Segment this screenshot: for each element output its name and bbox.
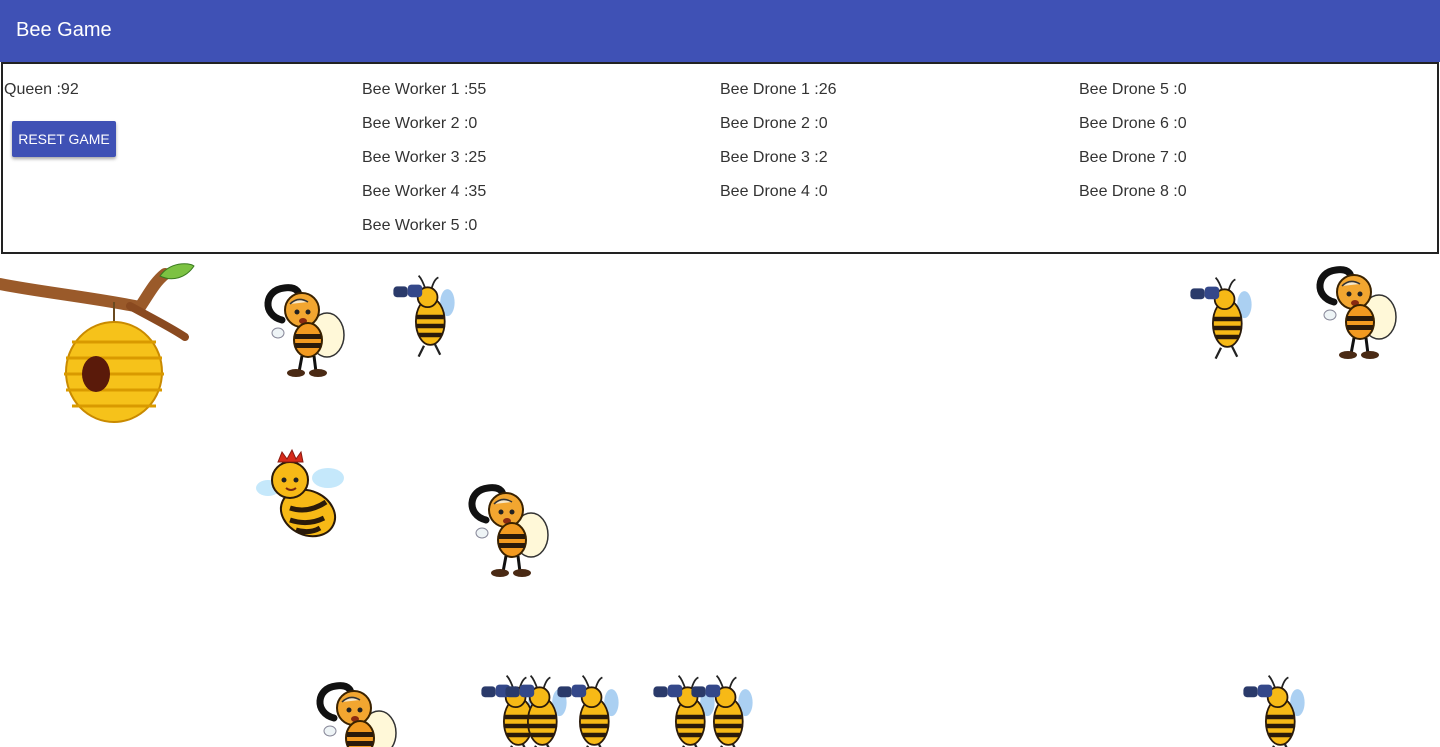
- drone-hp: Bee Drone 5 :0: [1079, 81, 1187, 98]
- drone-hp: Bee Drone 2 :0: [720, 115, 828, 132]
- drone-bee-binoculars-icon: [686, 672, 758, 747]
- queen-hp: Queen :92: [4, 81, 79, 98]
- worker-hp: Bee Worker 5 :0: [362, 217, 478, 234]
- reset-game-button[interactable]: RESET GAME: [12, 121, 116, 157]
- worker-bee-icon: [252, 280, 352, 380]
- drone-bee-binoculars-icon: [1185, 274, 1257, 364]
- worker-bee-icon: [1304, 262, 1404, 362]
- beehive-branch-icon: [0, 263, 195, 423]
- drone-hp: Bee Drone 1 :26: [720, 81, 837, 98]
- worker-bee-icon: [456, 480, 556, 580]
- worker-hp: Bee Worker 3 :25: [362, 149, 487, 166]
- bee-status-panel: Queen :92 RESET GAME Bee Worker 1 :55 Be…: [1, 62, 1439, 254]
- app-bar: Bee Game: [0, 0, 1440, 62]
- drone-bee-binoculars-icon: [552, 672, 624, 747]
- game-field: [0, 252, 1440, 747]
- drone-hp: Bee Drone 3 :2: [720, 149, 828, 166]
- queen-bee-icon: [250, 448, 350, 548]
- worker-hp: Bee Worker 1 :55: [362, 81, 487, 98]
- drone-bee-binoculars-icon: [1238, 672, 1310, 747]
- drone-hp: Bee Drone 7 :0: [1079, 149, 1187, 166]
- drone-hp: Bee Drone 8 :0: [1079, 183, 1187, 200]
- drone-bee-binoculars-icon: [388, 272, 460, 362]
- worker-hp: Bee Worker 2 :0: [362, 115, 478, 132]
- worker-hp: Bee Worker 4 :35: [362, 183, 487, 200]
- app-title: Bee Game: [16, 19, 112, 41]
- worker-bee-icon: [304, 678, 404, 747]
- drone-hp: Bee Drone 4 :0: [720, 183, 828, 200]
- drone-hp: Bee Drone 6 :0: [1079, 115, 1187, 132]
